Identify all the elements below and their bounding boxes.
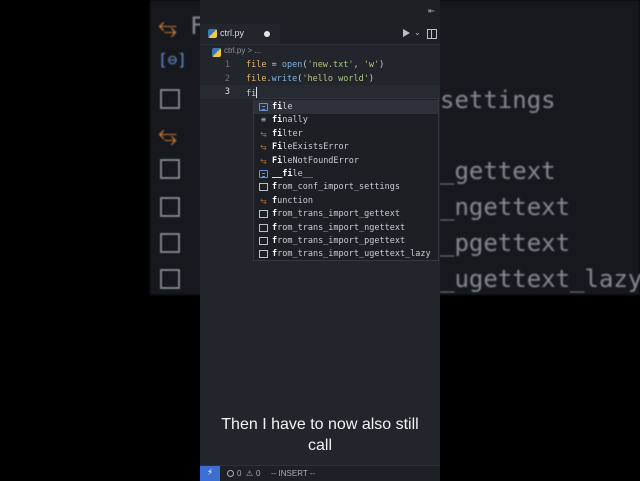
- autocomplete-popup: file ≡ finally ⥃ filter ⥃ FileExistsError ⥃ File…: [253, 98, 439, 261]
- suggestion-label: FileNotFoundError: [272, 155, 360, 166]
- unsaved-dot-icon[interactable]: [264, 31, 270, 37]
- bg-variable-icon: [⊖]: [158, 50, 187, 69]
- function-icon: ⥃: [260, 128, 267, 138]
- bg-function-icon: ⥃: [158, 12, 178, 40]
- suggestion-label: function: [272, 195, 313, 206]
- suggestion-item[interactable]: ⥃ filter: [254, 127, 438, 141]
- split-editor-icon[interactable]: [427, 29, 437, 39]
- module-icon: [259, 250, 268, 259]
- status-bar: ⚡ 0 ⚠ 0 -- INSERT --: [200, 465, 440, 481]
- tab-label: ctrl.py: [220, 28, 245, 38]
- line-number: 2: [224, 73, 230, 84]
- error-icon[interactable]: [227, 470, 234, 477]
- line-text: file = open('new.txt', 'w'): [246, 60, 385, 70]
- line-number: 3: [224, 87, 230, 97]
- suggestion-item[interactable]: ≡ finally: [254, 113, 438, 127]
- suggestion-label: from_trans_import_ngettext: [272, 222, 406, 233]
- variable-icon: [259, 170, 268, 178]
- bg-text: settings: [440, 86, 556, 114]
- bg-row: [160, 156, 190, 180]
- function-icon: ⥃: [260, 155, 267, 165]
- tab-bar: ctrl.py ⌄: [200, 24, 440, 45]
- error-count[interactable]: 0: [237, 469, 241, 478]
- line-text: file.write('hello world'): [246, 73, 374, 84]
- suggestion-item[interactable]: from_conf_import_settings: [254, 180, 438, 194]
- chevron-down-icon[interactable]: ⌄: [414, 28, 421, 37]
- bg-text: _ugettext_lazy: [440, 265, 640, 293]
- suggestion-label: __file__: [272, 169, 313, 179]
- suggestion-item[interactable]: from_trans_import_pgettext: [254, 234, 438, 248]
- function-icon: ⥃: [260, 195, 267, 205]
- code-line-current[interactable]: 3 fi: [200, 85, 440, 99]
- caption-line: Then I have to now also still: [221, 416, 419, 433]
- module-icon: [259, 237, 268, 245]
- suggestion-item[interactable]: from_trans_import_ngettext: [254, 221, 438, 235]
- warning-count[interactable]: 0: [256, 469, 260, 478]
- module-icon: [259, 210, 268, 219]
- bg-function-icon: ⥃: [158, 120, 178, 148]
- bg-text: _gettext: [440, 157, 556, 185]
- module-icon: [259, 183, 268, 192]
- breadcrumb[interactable]: ctrl.py > ...: [200, 45, 440, 59]
- suggestion-item[interactable]: __file__: [254, 167, 438, 181]
- suggestion-label: from_trans_import_ugettext_lazy: [272, 249, 431, 260]
- suggestion-label: finally: [272, 115, 308, 126]
- video-caption: Then I have to now also still call: [200, 414, 440, 456]
- caption-line: call: [307, 437, 332, 454]
- bg-text: _ngettext: [440, 193, 571, 221]
- suggestion-label: from_trans_import_pgettext: [272, 236, 406, 246]
- suggestion-label: file: [272, 102, 293, 112]
- code-line[interactable]: 1 file = open('new.txt', 'w'): [200, 58, 440, 72]
- breadcrumb-label: ctrl.py > ...: [224, 46, 262, 55]
- suggestion-label: FileExistsError: [272, 142, 349, 153]
- vim-mode: -- INSERT --: [271, 469, 316, 478]
- code-editor-window: ⇤ ctrl.py ⌄ ctrl.py > ... 1 file = open(…: [200, 0, 440, 480]
- bg-row: [160, 230, 190, 254]
- run-icon[interactable]: [403, 29, 410, 37]
- suggestion-item[interactable]: from_trans_import_gettext: [254, 207, 438, 221]
- suggestion-item[interactable]: file: [254, 100, 438, 114]
- suggestion-label: filter: [272, 128, 303, 139]
- text-cursor: [256, 87, 258, 98]
- module-icon: [259, 223, 268, 232]
- variable-icon: [259, 103, 268, 111]
- title-bar: ⇤: [200, 0, 440, 24]
- bg-row: [160, 266, 190, 290]
- bg-text: _pgettext: [440, 229, 571, 257]
- suggestion-label: from_conf_import_settings: [272, 182, 400, 193]
- bg-row: [160, 194, 190, 218]
- code-line[interactable]: 2 file.write('hello world'): [200, 72, 440, 86]
- suggestion-item[interactable]: ⥃ FileExistsError: [254, 140, 438, 154]
- bg-row: [160, 86, 190, 110]
- remote-icon[interactable]: ⚡: [200, 466, 220, 481]
- python-file-icon: [212, 48, 221, 57]
- suggestion-item[interactable]: ⥃ function: [254, 194, 438, 208]
- arrow-left-icon[interactable]: ⇤: [428, 4, 440, 18]
- suggestion-item[interactable]: from_trans_import_ugettext_lazy: [254, 247, 438, 261]
- function-icon: ⥃: [260, 142, 267, 152]
- suggestion-label: from_trans_import_gettext: [272, 209, 400, 220]
- keyword-icon: ≡: [261, 115, 266, 125]
- line-number: 1: [224, 60, 230, 70]
- python-file-icon: [208, 29, 217, 38]
- suggestion-item[interactable]: ⥃ FileNotFoundError: [254, 154, 438, 168]
- tab-ctrl-py[interactable]: ctrl.py: [200, 24, 280, 44]
- warning-icon[interactable]: ⚠: [246, 469, 253, 478]
